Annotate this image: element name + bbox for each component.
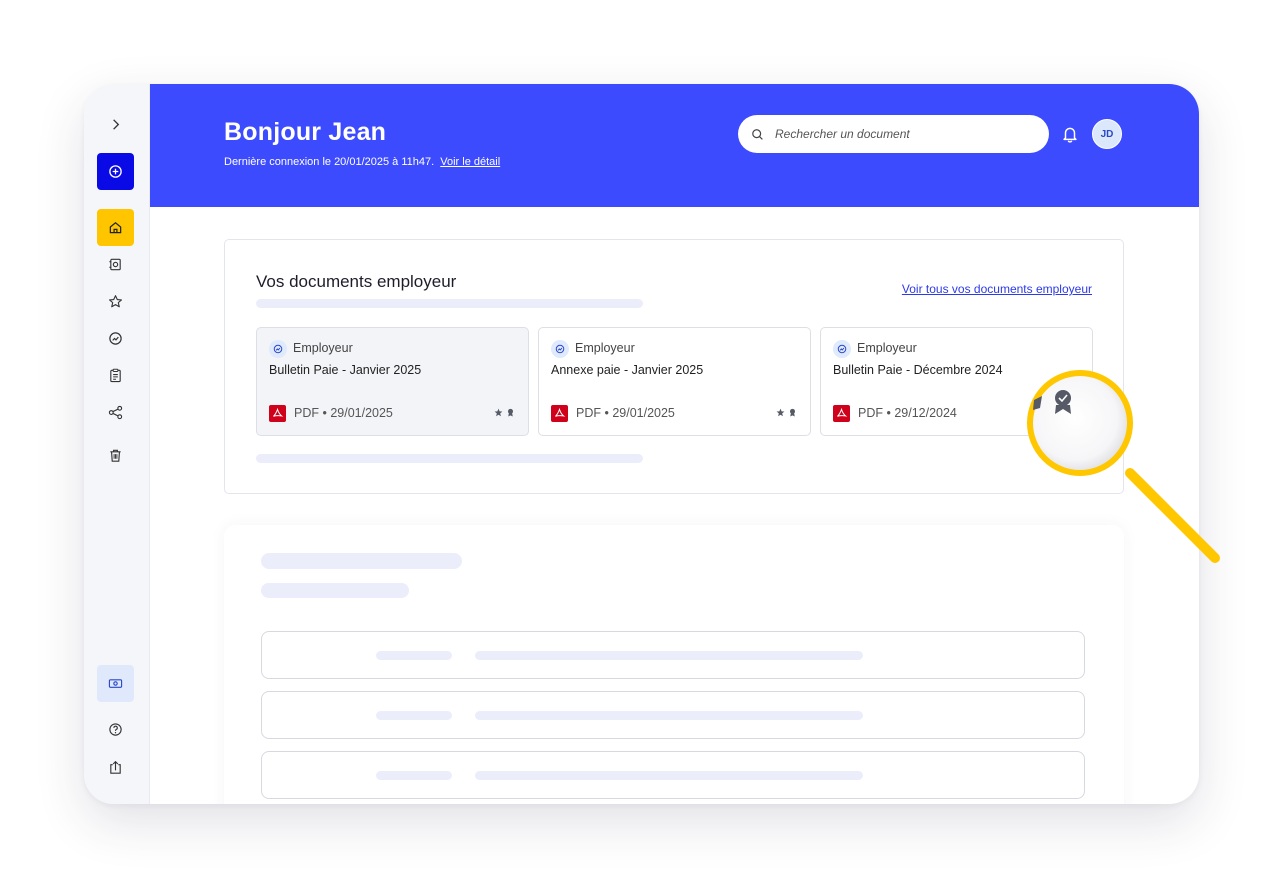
certified-badge-icon: [507, 408, 514, 417]
gauge-icon: [109, 332, 122, 345]
greeting-title: Bonjour Jean: [224, 118, 387, 146]
employer-badge: [833, 340, 851, 358]
document-meta: PDF • 29/12/2024: [858, 406, 957, 420]
scan-icon: [109, 258, 121, 271]
search-icon: [752, 128, 763, 140]
pdf-icon: [833, 405, 850, 422]
skeleton-bar: [256, 454, 643, 463]
loading-skeleton-section: [224, 525, 1124, 804]
pdf-icon: [551, 405, 568, 422]
gauge-icon: [273, 344, 283, 354]
document-flags: [776, 408, 797, 417]
document-category: Employeur: [293, 341, 353, 355]
sidebar-item-dashboard[interactable]: [97, 320, 134, 357]
sidebar-expand-button[interactable]: [97, 106, 134, 143]
document-name: Bulletin Paie - Janvier 2025: [269, 363, 422, 377]
skeleton-row: [261, 751, 1085, 799]
sidebar-item-scan[interactable]: [97, 246, 134, 283]
sidebar-item-share[interactable]: [97, 394, 134, 431]
chevron-right-icon: [113, 119, 120, 130]
last-login-info: Dernière connexion le 20/01/2025 à 11h47…: [224, 156, 500, 168]
export-icon: [110, 760, 121, 774]
document-category: Employeur: [575, 341, 635, 355]
header-banner: Bonjour Jean Dernière connexion le 20/01…: [150, 84, 1199, 207]
search-bar[interactable]: [738, 115, 1049, 153]
section-title: Vos documents employeur: [256, 272, 457, 291]
sidebar: [84, 84, 150, 804]
document-card[interactable]: Employeur Annexe paie - Janvier 2025 PDF…: [538, 327, 811, 436]
plus-circle-icon: [109, 165, 122, 178]
wallet-icon: [108, 679, 123, 688]
document-card[interactable]: Employeur Bulletin Paie - Janvier 2025 P…: [256, 327, 529, 436]
skeleton-subtitle: [261, 583, 409, 598]
document-flags: [494, 408, 515, 417]
search-input[interactable]: [775, 127, 1035, 141]
sidebar-item-tasks[interactable]: [97, 357, 134, 394]
bell-icon: [1063, 127, 1077, 143]
sidebar-item-trash[interactable]: [97, 437, 134, 474]
see-all-employer-docs-link[interactable]: Voir tous vos documents employeur: [902, 282, 1092, 296]
sidebar-item-favorites[interactable]: [97, 283, 134, 320]
app-window: Bonjour Jean Dernière connexion le 20/01…: [84, 84, 1199, 804]
sidebar-item-wallet[interactable]: [97, 665, 134, 702]
document-card[interactable]: Employeur Bulletin Paie - Décembre 2024 …: [820, 327, 1093, 436]
skeleton-row: [261, 691, 1085, 739]
document-name: Annexe paie - Janvier 2025: [551, 363, 704, 377]
share-icon: [108, 405, 123, 420]
gauge-icon: [837, 344, 847, 354]
last-login-detail-link[interactable]: Voir le détail: [440, 156, 500, 168]
document-category: Employeur: [857, 341, 917, 355]
user-avatar[interactable]: JD: [1092, 119, 1122, 149]
certified-badge-icon: [789, 408, 796, 417]
skeleton-title: [261, 553, 462, 569]
skeleton-bar: [256, 299, 643, 308]
star-icon: [494, 408, 503, 417]
star-icon: [776, 408, 785, 417]
trash-icon: [110, 449, 121, 462]
home-icon: [109, 222, 122, 234]
clipboard-icon: [110, 368, 121, 383]
gauge-icon: [555, 344, 565, 354]
document-name: Bulletin Paie - Décembre 2024: [833, 363, 1003, 377]
notifications-button[interactable]: [1059, 123, 1081, 145]
sidebar-item-home[interactable]: [97, 209, 134, 246]
employer-documents-card: Vos documents employeur Voir tous vos do…: [224, 239, 1124, 494]
last-login-text: Dernière connexion le 20/01/2025 à 11h47…: [224, 156, 435, 168]
document-meta: PDF • 29/01/2025: [576, 406, 675, 420]
help-icon: [109, 723, 122, 736]
sidebar-add-button[interactable]: [97, 153, 134, 190]
document-meta: PDF • 29/01/2025: [294, 406, 393, 420]
star-icon: [109, 295, 122, 308]
sidebar-item-help[interactable]: [97, 711, 134, 748]
employer-badge: [269, 340, 287, 358]
sidebar-item-export[interactable]: [97, 749, 134, 786]
skeleton-row: [261, 631, 1085, 679]
pdf-icon: [269, 405, 286, 422]
employer-badge: [551, 340, 569, 358]
